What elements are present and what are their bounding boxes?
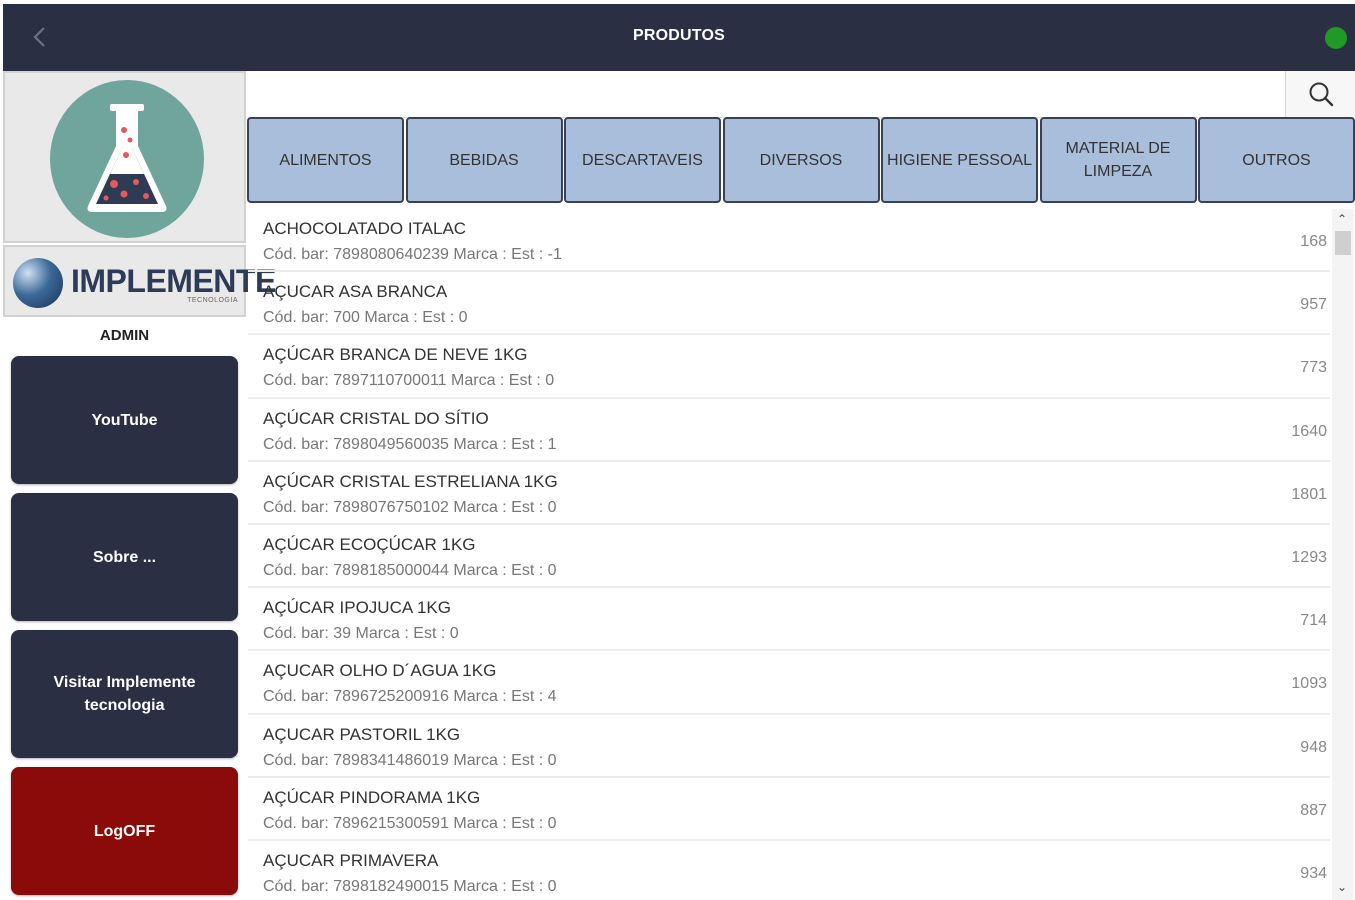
- brand-name: IMPLEMENTE: [71, 263, 276, 299]
- brand-globe-icon: [13, 258, 63, 308]
- app-logo: [50, 80, 204, 238]
- category-label: BEBIDAS: [449, 151, 519, 169]
- list-item[interactable]: AÇÚCAR PINDORAMA 1KG Cód. bar: 789621530…: [248, 778, 1330, 841]
- product-name: AÇÚCAR CRISTAL DO SÍTIO: [263, 408, 489, 428]
- category-bebidas[interactable]: BEBIDAS: [405, 117, 563, 203]
- list-item[interactable]: AÇÚCAR CRISTAL ESTRELIANA 1KG Cód. bar: …: [248, 462, 1330, 525]
- product-detail: Cód. bar: 7897110700011 Marca : Est : 0: [263, 372, 555, 390]
- product-detail: Cód. bar: 7898185000044 Marca : Est : 0: [263, 561, 557, 579]
- product-detail: Cód. bar: 7898080640239 Marca : Est : -1: [263, 246, 562, 263]
- product-code: 714: [1300, 612, 1327, 630]
- list-item[interactable]: AÇUCAR OLHO D´AGUA 1KG Cód. bar: 7896725…: [248, 651, 1330, 715]
- product-code: 934: [1300, 864, 1327, 882]
- product-name: AÇÚCAR IPOJUCA 1KG: [263, 598, 451, 618]
- app-logo-panel: [3, 71, 246, 243]
- list-item[interactable]: AÇÚCAR CRISTAL DO SÍTIO Cód. bar: 789804…: [248, 399, 1330, 462]
- list-item[interactable]: AÇUCAR ASA BRANCA Cód. bar: 700 Marca : …: [248, 272, 1330, 336]
- list-item[interactable]: AÇUCAR PASTORIL 1KG Cód. bar: 7898341486…: [248, 715, 1330, 778]
- category-label: DESCARTAVEIS: [582, 151, 703, 169]
- category-material-de-limpeza[interactable]: MATERIAL DE LIMPEZA: [1039, 117, 1197, 203]
- product-name: AÇUCAR PASTORIL 1KG: [263, 724, 461, 744]
- product-code: 957: [1300, 296, 1327, 314]
- search-icon: [1309, 82, 1333, 107]
- product-name: AÇUCAR OLHO D´AGUA 1KG: [263, 661, 497, 681]
- category-label: ALIMENTOS: [279, 151, 372, 169]
- sidebar: IMPLEMENTE TECNOLOGIA ADMIN YouTube Sobr…: [3, 71, 276, 900]
- product-detail: Cód. bar: 7898076750102 Marca : Est : 0: [263, 498, 557, 516]
- user-label: ADMIN: [99, 327, 150, 344]
- product-code: 1640: [1291, 422, 1327, 440]
- scrollbar-thumb[interactable]: [1335, 231, 1351, 255]
- header-bar: PRODUTOS: [3, 4, 1355, 71]
- product-detail: Cód. bar: 7898182490015 Marca : Est : 0: [263, 877, 557, 895]
- product-code: 887: [1300, 801, 1327, 819]
- product-name: AÇUCAR ASA BRANCA: [263, 282, 448, 302]
- product-detail: Cód. bar: 7898049560035 Marca : Est : 1: [263, 435, 557, 453]
- category-tabs: ALIMENTOS BEBIDAS DESCARTAVEIS DIVERSOS …: [247, 117, 1355, 203]
- chevron-down-icon[interactable]: ⌄: [1337, 880, 1347, 894]
- category-label: HIGIENE PESSOAL: [887, 151, 1032, 169]
- list-item[interactable]: AÇÚCAR IPOJUCA 1KG Cód. bar: 39 Marca : …: [248, 588, 1330, 652]
- brand-subtitle: TECNOLOGIA: [187, 297, 238, 304]
- category-label: DIVERSOS: [759, 151, 843, 169]
- product-code: 168: [1300, 233, 1327, 250]
- list-item[interactable]: AÇUCAR PRIMAVERA Cód. bar: 7898182490015…: [248, 841, 1330, 900]
- youtube-button-label: YouTube: [91, 411, 158, 429]
- product-name: AÇUCAR PRIMAVERA: [263, 850, 439, 870]
- brand-logo: IMPLEMENTE TECNOLOGIA: [3, 245, 276, 317]
- product-name: AÇÚCAR CRISTAL ESTRELIANA 1KG: [263, 471, 558, 491]
- list-item[interactable]: ACHOCOLATADO ITALAC Cód. bar: 7898080640…: [248, 209, 1330, 273]
- product-code: 1293: [1291, 548, 1327, 566]
- category-higiene-pessoal[interactable]: HIGIENE PESSOAL: [881, 117, 1038, 203]
- list-item[interactable]: AÇÚCAR BRANCA DE NEVE 1KG Cód. bar: 7897…: [248, 335, 1330, 399]
- product-name: ACHOCOLATADO ITALAC: [263, 219, 467, 238]
- search-button[interactable]: [1285, 71, 1355, 117]
- product-detail: Cód. bar: 7896215300591 Marca : Est : 0: [263, 814, 557, 832]
- category-label: MATERIAL DE LIMPEZA: [1065, 140, 1171, 180]
- product-code: 1801: [1291, 485, 1327, 503]
- product-name: AÇÚCAR ECOÇÚCAR 1KG: [263, 534, 476, 554]
- list-item[interactable]: AÇÚCAR ECOÇÚCAR 1KG Cód. bar: 7898185000…: [248, 525, 1330, 589]
- page-title: PRODUTOS: [633, 27, 725, 44]
- product-code: 948: [1300, 738, 1327, 756]
- search-input[interactable]: [248, 71, 1285, 117]
- product-code: 773: [1300, 359, 1327, 377]
- search-bar: [248, 71, 1355, 118]
- product-detail: Cód. bar: 7898341486019 Marca : Est : 0: [263, 751, 557, 769]
- flask-icon: [87, 104, 167, 212]
- logoff-button[interactable]: LogOFF: [11, 767, 238, 895]
- product-detail: Cód. bar: 39 Marca : Est : 0: [263, 625, 459, 643]
- product-name: AÇÚCAR BRANCA DE NEVE 1KG: [263, 345, 528, 365]
- category-label: OUTROS: [1242, 151, 1311, 169]
- product-name: AÇÚCAR PINDORAMA 1KG: [263, 787, 481, 807]
- youtube-button[interactable]: YouTube: [11, 356, 238, 484]
- visit-website-button-label: Visitar Implemente tecnologia: [53, 674, 196, 714]
- about-button-label: Sobre ...: [92, 548, 157, 566]
- product-detail: Cód. bar: 700 Marca : Est : 0: [263, 309, 468, 327]
- app-window: PRODUTOS IMPLEMENTE TECNOLOGIA ADMIN You…: [0, 0, 1355, 900]
- category-descartaveis[interactable]: DESCARTAVEIS: [564, 117, 721, 203]
- visit-website-button[interactable]: Visitar Implemente tecnologia: [11, 630, 238, 758]
- status-indicator: [1325, 27, 1347, 49]
- category-outros[interactable]: OUTROS: [1198, 117, 1355, 203]
- list-scrollbar[interactable]: ⌃ ⌄: [1332, 209, 1354, 900]
- logoff-button-label: LogOFF: [93, 822, 156, 840]
- product-code: 1093: [1291, 675, 1327, 693]
- category-alimentos[interactable]: ALIMENTOS: [247, 117, 404, 203]
- about-button[interactable]: Sobre ...: [11, 493, 238, 621]
- chevron-up-icon[interactable]: ⌃: [1337, 212, 1347, 226]
- product-detail: Cód. bar: 7896725200916 Marca : Est : 4: [263, 688, 557, 706]
- product-list: ACHOCOLATADO ITALAC Cód. bar: 7898080640…: [248, 209, 1330, 900]
- category-diversos[interactable]: DIVERSOS: [722, 117, 880, 203]
